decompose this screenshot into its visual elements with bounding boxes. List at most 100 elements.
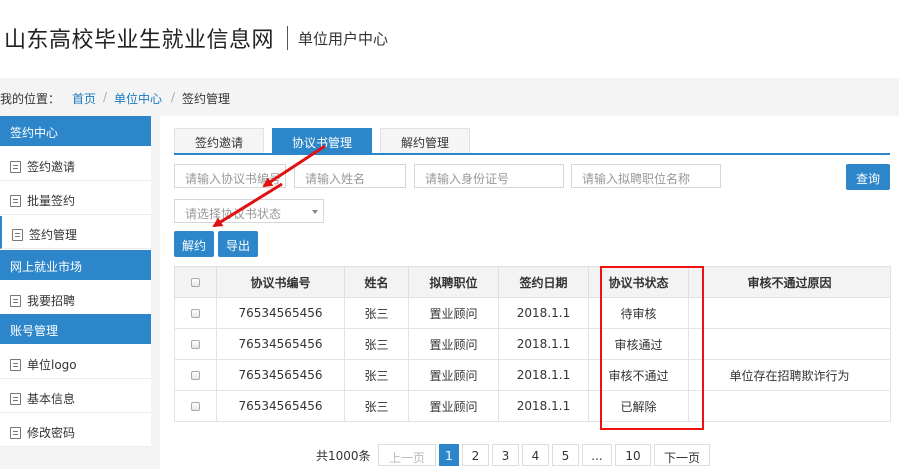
title-divider: [287, 26, 288, 50]
sidebar-item-logo[interactable]: 单位logo: [0, 346, 151, 379]
table-row[interactable]: 76534565456 张三 置业顾问 2018.1.1 待审核: [174, 297, 891, 329]
sidebar-section-market: 网上就业市场: [0, 250, 151, 280]
row-select-cell[interactable]: [174, 390, 217, 422]
sidebar-item-label: 基本信息: [27, 392, 76, 406]
reject-reason-cell: [688, 328, 891, 360]
status-select[interactable]: 请选择协议书状态: [174, 199, 324, 223]
export-button[interactable]: 导出: [218, 231, 258, 257]
row-select-cell[interactable]: [174, 297, 217, 329]
agreement-no-input[interactable]: 请输入协议书编号: [174, 164, 286, 188]
sub-title: 单位用户中心: [298, 30, 389, 48]
agreement-no-cell: 76534565456: [216, 328, 345, 360]
tab-sign-invite[interactable]: 签约邀请: [174, 128, 264, 153]
edit-icon: [10, 427, 21, 439]
sidebar-section-account: 账号管理: [0, 314, 151, 344]
document-icon: [10, 161, 21, 173]
sign-date-cell: 2018.1.1: [498, 390, 589, 422]
table-row[interactable]: 76534565456 张三 置业顾问 2018.1.1 已解除: [174, 390, 891, 422]
chevron-down-icon: [312, 210, 318, 214]
column-header: 协议书编号: [216, 266, 345, 298]
sidebar-item-label: 单位logo: [27, 358, 77, 372]
position-cell: 置业顾问: [408, 297, 499, 329]
document-icon: [12, 229, 23, 241]
breadcrumb-center-link[interactable]: 单位中心: [114, 90, 162, 107]
camera-icon: [10, 359, 21, 371]
breadcrumb: 我的位置： 首页 / 单位中心 / 签约管理: [0, 78, 899, 114]
name-cell: 张三: [344, 390, 409, 422]
sidebar-item-basic-info[interactable]: 基本信息: [0, 380, 151, 413]
row-select-cell[interactable]: [174, 359, 217, 391]
name-cell: 张三: [344, 328, 409, 360]
row-checkbox[interactable]: [191, 371, 200, 380]
pagination-page[interactable]: 4: [522, 444, 549, 466]
name-cell: 张三: [344, 297, 409, 329]
agreement-no-cell: 76534565456: [216, 297, 345, 329]
agreement-no-cell: 76534565456: [216, 359, 345, 391]
pagination-page[interactable]: 5: [552, 444, 579, 466]
sign-date-cell: 2018.1.1: [498, 328, 589, 360]
sign-date-cell: 2018.1.1: [498, 297, 589, 329]
status-cell: 待审核: [588, 297, 689, 329]
row-checkbox[interactable]: [191, 340, 200, 349]
id-number-input[interactable]: 请输入身份证号: [414, 164, 564, 188]
column-header: 签约日期: [498, 266, 589, 298]
name-input[interactable]: 请输入姓名: [294, 164, 406, 188]
sidebar: 签约中心 签约邀请 批量签约 签约管理 网上就业市场 我要招聘 账号管理 单位l…: [0, 116, 151, 447]
agreement-no-cell: 76534565456: [216, 390, 345, 422]
reject-reason-cell: [688, 390, 891, 422]
list-icon: [10, 295, 21, 307]
sidebar-item-recruit[interactable]: 我要招聘: [0, 282, 151, 315]
position-cell: 置业顾问: [408, 328, 499, 360]
header: 山东高校毕业生就业信息网 单位用户中心: [0, 0, 899, 76]
table-row[interactable]: 76534565456 张三 置业顾问 2018.1.1 审核通过: [174, 328, 891, 360]
column-header: 审核不通过原因: [688, 266, 891, 298]
sidebar-item-label: 签约邀请: [27, 160, 76, 174]
status-cell: 审核通过: [588, 328, 689, 360]
reject-reason-cell: [688, 297, 891, 329]
sidebar-item-label: 签约管理: [29, 228, 78, 242]
breadcrumb-label: 我的位置：: [0, 92, 61, 106]
status-cell: 已解除: [588, 390, 689, 422]
agreement-table: 协议书编号 姓名 拟聘职位 签约日期 协议书状态 审核不通过原因 7653456…: [174, 266, 891, 422]
row-checkbox[interactable]: [191, 402, 200, 411]
status-cell: 审核不通过: [588, 359, 689, 391]
pagination-prev[interactable]: 上一页: [378, 444, 436, 466]
row-select-cell[interactable]: [174, 328, 217, 360]
sidebar-item-change-password[interactable]: 修改密码: [0, 414, 151, 447]
pagination-page[interactable]: 1: [439, 444, 459, 466]
position-cell: 置业顾问: [408, 359, 499, 391]
breadcrumb-home-link[interactable]: 首页: [72, 90, 96, 107]
pagination-next[interactable]: 下一页: [654, 444, 710, 466]
sidebar-item-label: 批量签约: [27, 194, 76, 208]
breadcrumb-separator: /: [171, 90, 176, 104]
tab-terminate-manage[interactable]: 解约管理: [380, 128, 470, 153]
terminate-button[interactable]: 解约: [174, 231, 214, 257]
sidebar-item-batch-sign[interactable]: 批量签约: [0, 182, 151, 215]
pagination-page[interactable]: 2: [462, 444, 489, 466]
row-checkbox[interactable]: [191, 309, 200, 318]
sign-date-cell: 2018.1.1: [498, 359, 589, 391]
table-row[interactable]: 76534565456 张三 置业顾问 2018.1.1 审核不通过 单位存在招…: [174, 359, 891, 391]
pagination-page[interactable]: 3: [492, 444, 519, 466]
column-header: 姓名: [344, 266, 409, 298]
tab-agreement-manage[interactable]: 协议书管理: [272, 128, 372, 153]
sidebar-item-label: 我要招聘: [27, 294, 76, 308]
column-header: 拟聘职位: [408, 266, 499, 298]
table-header-row: 协议书编号 姓名 拟聘职位 签约日期 协议书状态 审核不通过原因: [174, 266, 891, 298]
breadcrumb-current: 签约管理: [182, 92, 231, 106]
tab-bar: 签约邀请 协议书管理 解约管理: [174, 128, 890, 155]
pagination-page[interactable]: 10: [615, 444, 651, 466]
list-icon: [10, 393, 21, 405]
sidebar-item-sign-manage[interactable]: 签约管理: [0, 216, 151, 249]
position-cell: 置业顾问: [408, 390, 499, 422]
breadcrumb-separator: /: [103, 90, 108, 104]
select-all-checkbox[interactable]: [191, 278, 200, 287]
query-button[interactable]: 查询: [846, 164, 890, 190]
site-title[interactable]: 山东高校毕业生就业信息网: [4, 22, 274, 54]
select-all-cell[interactable]: [174, 266, 217, 298]
pagination-total: 共1000条: [316, 449, 371, 463]
document-icon: [10, 195, 21, 207]
position-input[interactable]: 请输入拟聘职位名称: [571, 164, 721, 188]
pagination-ellipsis: ...: [582, 444, 612, 466]
sidebar-item-sign-invite[interactable]: 签约邀请: [0, 148, 151, 181]
